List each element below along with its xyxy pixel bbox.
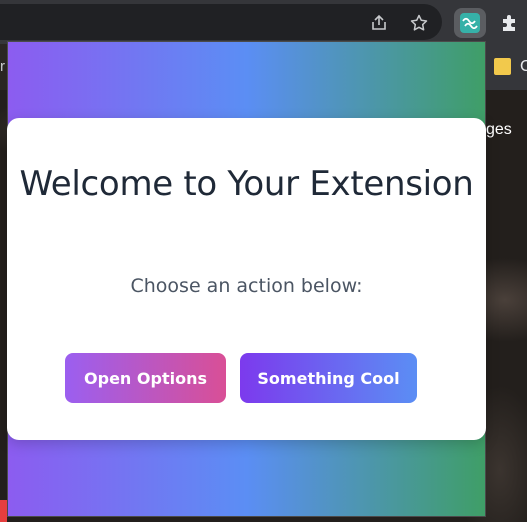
folder-icon[interactable] — [494, 58, 511, 75]
share-icon[interactable] — [368, 12, 390, 34]
puzzle-icon[interactable] — [498, 12, 520, 34]
something-cool-button[interactable]: Something Cool — [240, 353, 417, 403]
background-edge — [0, 500, 7, 522]
welcome-card: Welcome to Your Extension Choose an acti… — [7, 118, 486, 440]
browser-toolbar — [0, 0, 527, 44]
extension-button-active[interactable] — [454, 8, 486, 38]
bookmark-label[interactable]: C — [520, 58, 527, 76]
popup-title: Welcome to Your Extension — [19, 164, 474, 204]
background-page-text: ges — [486, 121, 512, 138]
extension-logo-icon — [460, 13, 480, 33]
background-left-text: r — [0, 58, 5, 75]
open-options-button[interactable]: Open Options — [65, 353, 226, 403]
star-icon[interactable] — [408, 12, 430, 34]
popup-subtitle: Choose an action below: — [130, 275, 363, 297]
